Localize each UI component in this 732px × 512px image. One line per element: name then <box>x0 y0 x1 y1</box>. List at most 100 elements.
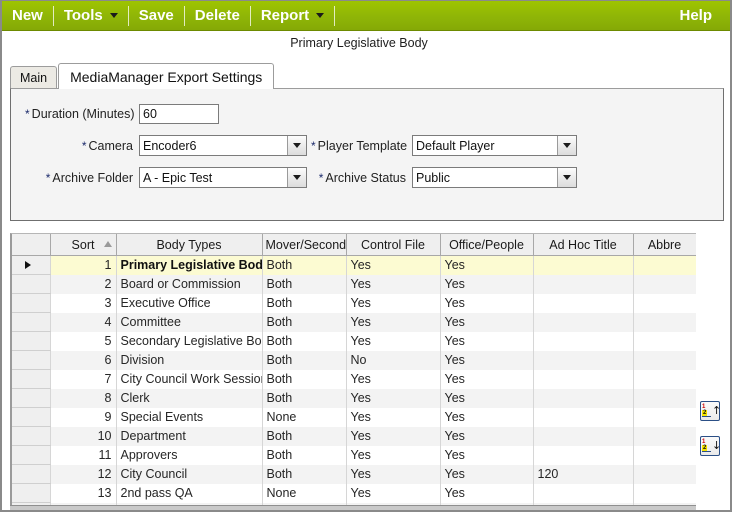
cell-control-file[interactable]: Yes <box>346 369 441 389</box>
table-row[interactable]: 5 Secondary Legislative Body Both Yes Yes <box>12 331 696 351</box>
column-header-body-types[interactable]: Body Types <box>116 234 263 256</box>
archive-status-select-dropdown-button[interactable] <box>557 168 576 187</box>
cell-ad-hoc-title[interactable] <box>533 388 634 408</box>
archive-folder-select-dropdown-button[interactable] <box>287 168 306 187</box>
cell-mover-second[interactable]: Both <box>262 426 347 446</box>
row-selector-cell[interactable] <box>12 331 51 351</box>
cell-mover-second[interactable]: Both <box>262 369 347 389</box>
cell-abbreviation[interactable] <box>633 445 696 465</box>
toolbar-button-delete[interactable]: Delete <box>185 2 250 30</box>
cell-office-people[interactable]: Yes <box>440 293 534 313</box>
cell-abbreviation[interactable] <box>633 274 696 294</box>
cell-abbreviation[interactable] <box>633 350 696 370</box>
table-row[interactable]: 3 Executive Office Both Yes Yes <box>12 293 696 313</box>
move-down-button[interactable]: 1 2 ↓ <box>700 436 721 456</box>
cell-sort[interactable]: 5 <box>50 331 117 351</box>
player-template-select[interactable]: Default Player <box>412 135 577 156</box>
row-selector-cell[interactable] <box>12 483 51 503</box>
cell-ad-hoc-title[interactable] <box>533 426 634 446</box>
cell-ad-hoc-title[interactable] <box>533 445 634 465</box>
camera-select[interactable]: Encoder6 <box>139 135 307 156</box>
toolbar-button-help[interactable]: Help <box>669 2 730 30</box>
cell-mover-second[interactable]: Both <box>262 464 347 484</box>
body-types-grid[interactable]: Sort Body Types Mover/Second Control Fil… <box>10 233 696 507</box>
cell-sort[interactable]: 1 <box>50 255 117 275</box>
table-row[interactable]: 13 2nd pass QA None Yes Yes <box>12 483 696 503</box>
cell-sort[interactable]: 11 <box>50 445 117 465</box>
cell-abbreviation[interactable] <box>633 388 696 408</box>
camera-select-dropdown-button[interactable] <box>287 136 306 155</box>
cell-sort[interactable]: 4 <box>50 312 117 332</box>
cell-body-type[interactable]: Executive Office <box>116 293 263 313</box>
column-header-ad-hoc-title[interactable]: Ad Hoc Title <box>533 234 634 256</box>
cell-body-type[interactable]: Secondary Legislative Body <box>116 331 263 351</box>
row-selector-cell[interactable] <box>12 407 51 427</box>
table-row[interactable]: 2 Board or Commission Both Yes Yes <box>12 274 696 294</box>
cell-abbreviation[interactable] <box>633 293 696 313</box>
cell-sort[interactable]: 6 <box>50 350 117 370</box>
toolbar-button-new[interactable]: New <box>2 2 53 30</box>
toolbar-button-save[interactable]: Save <box>129 2 184 30</box>
cell-mover-second[interactable]: Both <box>262 274 347 294</box>
cell-control-file[interactable]: Yes <box>346 464 441 484</box>
cell-body-type[interactable]: Department <box>116 426 263 446</box>
cell-sort[interactable]: 10 <box>50 426 117 446</box>
cell-ad-hoc-title[interactable] <box>533 293 634 313</box>
cell-control-file[interactable]: Yes <box>346 407 441 427</box>
row-selector-cell[interactable] <box>12 255 51 275</box>
cell-ad-hoc-title[interactable] <box>533 483 634 503</box>
table-row[interactable]: 12 City Council Both Yes Yes 120 <box>12 464 696 484</box>
row-selector-cell[interactable] <box>12 293 51 313</box>
table-row[interactable]: 7 City Council Work Session Both Yes Yes <box>12 369 696 389</box>
cell-ad-hoc-title[interactable] <box>533 350 634 370</box>
cell-ad-hoc-title[interactable] <box>533 312 634 332</box>
cell-body-type[interactable]: Division <box>116 350 263 370</box>
cell-mover-second[interactable]: None <box>262 407 347 427</box>
cell-office-people[interactable]: Yes <box>440 464 534 484</box>
cell-control-file[interactable]: Yes <box>346 426 441 446</box>
column-header-mover-second[interactable]: Mover/Second <box>262 234 347 256</box>
cell-ad-hoc-title[interactable] <box>533 255 634 275</box>
cell-office-people[interactable]: Yes <box>440 274 534 294</box>
toolbar-button-tools[interactable]: Tools <box>54 2 128 30</box>
archive-status-select[interactable]: Public <box>412 167 577 188</box>
table-row[interactable]: 4 Committee Both Yes Yes <box>12 312 696 332</box>
cell-body-type[interactable]: Special Events <box>116 407 263 427</box>
player-template-select-dropdown-button[interactable] <box>557 136 576 155</box>
cell-sort[interactable]: 3 <box>50 293 117 313</box>
cell-abbreviation[interactable] <box>633 331 696 351</box>
row-selector-cell[interactable] <box>12 274 51 294</box>
cell-abbreviation[interactable] <box>633 369 696 389</box>
row-selector-cell[interactable] <box>12 350 51 370</box>
cell-abbreviation[interactable] <box>633 426 696 446</box>
cell-abbreviation[interactable] <box>633 407 696 427</box>
cell-control-file[interactable]: Yes <box>346 255 441 275</box>
cell-sort[interactable]: 2 <box>50 274 117 294</box>
cell-office-people[interactable]: Yes <box>440 407 534 427</box>
duration-input[interactable]: 60 <box>139 104 219 124</box>
cell-office-people[interactable]: Yes <box>440 426 534 446</box>
column-header-sort[interactable]: Sort <box>50 234 117 256</box>
cell-control-file[interactable]: Yes <box>346 483 441 503</box>
row-selector-cell[interactable] <box>12 388 51 408</box>
cell-office-people[interactable]: Yes <box>440 445 534 465</box>
cell-control-file[interactable]: Yes <box>346 274 441 294</box>
cell-office-people[interactable]: Yes <box>440 312 534 332</box>
cell-ad-hoc-title[interactable] <box>533 331 634 351</box>
cell-sort[interactable]: 8 <box>50 388 117 408</box>
cell-mover-second[interactable]: Both <box>262 312 347 332</box>
row-selector-cell[interactable] <box>12 464 51 484</box>
cell-control-file[interactable]: Yes <box>346 331 441 351</box>
cell-office-people[interactable]: Yes <box>440 331 534 351</box>
table-row[interactable]: 9 Special Events None Yes Yes <box>12 407 696 427</box>
cell-body-type[interactable]: Approvers <box>116 445 263 465</box>
cell-control-file[interactable]: Yes <box>346 445 441 465</box>
cell-office-people[interactable]: Yes <box>440 483 534 503</box>
cell-mover-second[interactable]: None <box>262 483 347 503</box>
cell-control-file[interactable]: Yes <box>346 312 441 332</box>
toolbar-button-report[interactable]: Report <box>251 2 334 30</box>
cell-ad-hoc-title[interactable] <box>533 274 634 294</box>
cell-control-file[interactable]: Yes <box>346 388 441 408</box>
cell-control-file[interactable]: No <box>346 350 441 370</box>
move-up-button[interactable]: 1 2 ↑ <box>700 401 721 421</box>
